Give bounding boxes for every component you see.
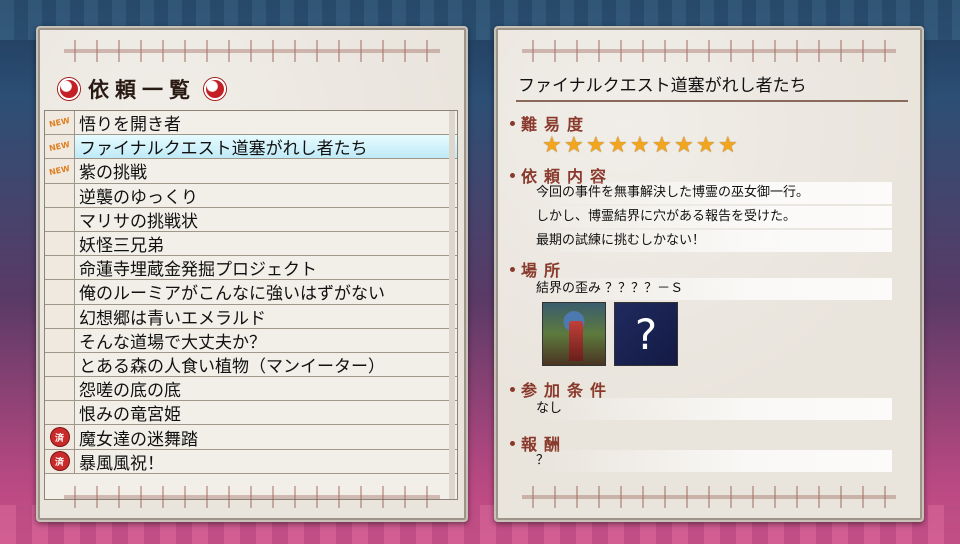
quest-name: 俺のルーミアがこんなに強いはずがない [79, 284, 385, 305]
quest-name: そんな道場で大丈夫か？ [79, 332, 266, 353]
star-icon: ★ [630, 133, 650, 158]
unknown-location-thumbnail: ? [614, 302, 678, 366]
new-badge-icon: NEW [48, 116, 71, 130]
content-line-1: 今回の事件を無事解決した博霊の巫女御一行。 [536, 182, 892, 204]
bullet-icon [510, 120, 515, 126]
content-line-2: しかし、博霊結界に穴がある報告を受けた。 [536, 206, 892, 228]
quest-name: 逆襲のゆっくり [79, 187, 198, 208]
ornament-border-icon [522, 486, 896, 508]
star-icon: ★ [564, 133, 584, 158]
ornament-border-icon [522, 40, 896, 62]
star-icon: ★ [718, 133, 738, 158]
quest-name: とある森の人食い植物（マンイーター） [79, 356, 385, 377]
bullet-icon [510, 386, 515, 392]
quest-badge-cell [45, 401, 75, 425]
bullet-icon [510, 172, 515, 178]
location-thumbnail [542, 302, 606, 366]
quest-badge-cell [45, 231, 75, 256]
star-icon: ★ [542, 133, 562, 158]
new-badge-icon: NEW [48, 164, 71, 178]
yin-yang-icon [204, 78, 226, 100]
quest-name: 怨嗟の底の底 [79, 381, 181, 402]
quest-badge-cell: 済 [45, 449, 75, 473]
quest-row[interactable]: NEW 悟りを開き者 [45, 111, 457, 136]
quest-badge-cell [45, 377, 75, 401]
quest-row[interactable]: 幻想郷は青いエメラルド [45, 304, 457, 329]
bullet-icon [510, 440, 515, 446]
quest-row[interactable]: とある森の人食い植物（マンイーター） [45, 352, 457, 378]
quest-badge-cell [45, 207, 75, 231]
completed-badge-icon: 済 [50, 428, 69, 447]
quest-name: 命蓮寺埋蔵金発掘プロジェクト [79, 260, 317, 281]
ornament-border-icon [64, 40, 440, 62]
quest-badge-cell [45, 183, 75, 207]
quest-badge-cell [45, 256, 75, 280]
star-icon: ★ [586, 133, 606, 158]
quest-row[interactable]: 恨みの竜宮姫 [45, 401, 457, 426]
quest-detail-panel: ファイナルクエスト道塞がれし者たち 難易度 ★ ★ ★ ★ ★ ★ ★ ★ ★ 依頼内容 今回の… [494, 26, 924, 522]
completed-badge-icon: 済 [50, 452, 69, 471]
quest-name: 暴風風祝！ [79, 453, 164, 474]
ornament-border-icon [64, 486, 440, 508]
star-icon: ★ [652, 133, 672, 158]
quest-badge-cell [45, 304, 75, 328]
quest-row[interactable]: 逆襲のゆっくり [45, 183, 457, 208]
quest-name: 妖怪三兄弟 [79, 236, 164, 257]
quest-badge-cell: NEW [45, 111, 75, 135]
bullet-icon [510, 266, 515, 272]
quest-badge-cell [45, 280, 75, 304]
quest-name: 魔女達の迷舞踏 [79, 429, 198, 450]
quest-row[interactable]: 済魔女達の迷舞踏 [45, 425, 457, 450]
yin-yang-icon [58, 78, 80, 100]
quest-name: 幻想郷は青いエメラルド [79, 308, 266, 329]
content-line-3: 最期の試練に挑むしかない！ [536, 230, 892, 252]
quest-badge-cell [45, 328, 75, 352]
quest-name: ファイナルクエスト道塞がれし者たち [79, 139, 368, 160]
quest-name: 紫の挑戦 [79, 163, 147, 184]
quest-row[interactable]: 命蓮寺埋蔵金発掘プロジェクト [45, 256, 457, 281]
location-text: 結界の歪み ？？？？－Ｓ [536, 278, 892, 300]
quest-name: マリサの挑戦状 [79, 211, 198, 232]
quest-badge-cell [45, 352, 75, 377]
condition-label: 参加条件 [510, 378, 613, 400]
star-icon: ★ [608, 133, 628, 158]
star-icon: ★ [696, 133, 716, 158]
quest-row[interactable]: 済暴風風祝！ [45, 449, 457, 474]
new-badge-icon: NEW [48, 140, 71, 154]
quest-row[interactable]: 俺のルーミアがこんなに強いはずがない [45, 280, 457, 305]
difficulty-label: 難易度 [510, 112, 590, 134]
quest-list-header: 依頼一覧 [58, 72, 226, 106]
condition-text: なし [536, 398, 892, 420]
scrollbar[interactable] [449, 111, 455, 499]
quest-list-panel: 依頼一覧 NEW 悟りを開き者 NEW ファイナルクエスト道塞がれし者たち NEW 紫の挑… [36, 26, 468, 522]
quest-list: NEW 悟りを開き者 NEW ファイナルクエスト道塞がれし者たち NEW 紫の挑戦逆襲のゆ… [44, 110, 458, 500]
quest-name: 悟りを開き者 [79, 115, 181, 136]
quest-detail-title: ファイナルクエスト道塞がれし者たち [516, 74, 908, 102]
quest-badge-cell: NEW [45, 159, 75, 183]
quest-row[interactable]: 妖怪三兄弟 [45, 231, 457, 257]
quest-badge-cell: NEW [45, 135, 75, 159]
quest-row[interactable]: NEW ファイナルクエスト道塞がれし者たち [45, 135, 457, 160]
quest-row[interactable]: そんな道場で大丈夫か？ [45, 328, 457, 353]
quest-badge-cell: 済 [45, 425, 75, 449]
quest-row[interactable]: マリサの挑戦状 [45, 207, 457, 232]
shrine-tower-icon [569, 321, 583, 361]
star-icon: ★ [674, 133, 694, 158]
quest-name: 恨みの竜宮姫 [79, 405, 181, 426]
location-label: 場所 [510, 258, 567, 280]
quest-row[interactable]: NEW 紫の挑戦 [45, 159, 457, 184]
reward-text: ？ [536, 450, 892, 472]
quest-row[interactable]: 怨嗟の底の底 [45, 377, 457, 402]
quest-list-title: 依頼一覧 [88, 77, 196, 102]
difficulty-stars: ★ ★ ★ ★ ★ ★ ★ ★ ★ [542, 133, 739, 158]
